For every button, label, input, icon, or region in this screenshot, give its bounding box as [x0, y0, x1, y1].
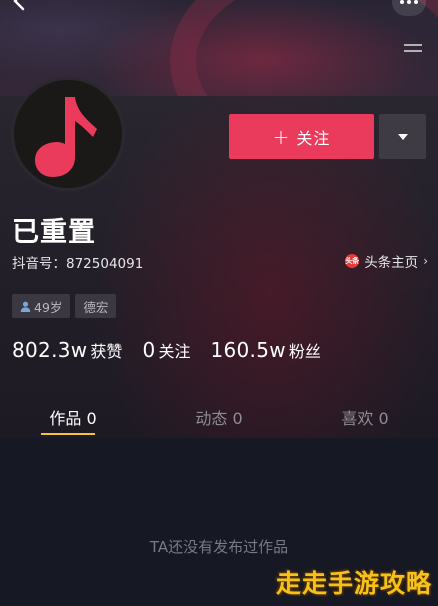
profile-stats: 802.3w 获赞 0 关注 160.5w 粉丝 — [12, 338, 321, 362]
following-label: 关注 — [158, 342, 191, 361]
follow-label: 关注 — [296, 128, 331, 148]
chevron-right-icon: › — [423, 254, 428, 268]
likes-count: 802.3w — [12, 338, 88, 362]
menu-lines-icon — [404, 44, 422, 52]
tab-works[interactable]: 作品 0 — [0, 392, 146, 438]
menu-button[interactable] — [400, 38, 426, 54]
back-arrow-icon — [13, 0, 25, 11]
followers-label: 粉丝 — [288, 342, 321, 361]
follow-button[interactable]: + 关注 — [229, 114, 374, 159]
toutiao-link-label: 头条主页 — [364, 255, 419, 271]
back-button[interactable] — [0, 0, 42, 16]
avatar-image — [14, 80, 122, 188]
followers-stat[interactable]: 160.5w 粉丝 — [210, 338, 320, 362]
tab-likes[interactable]: 喜欢 0 — [292, 392, 438, 438]
toutiao-icon: 头条 — [345, 254, 360, 268]
toutiao-homepage-link[interactable]: 头条 头条主页 › — [345, 251, 428, 271]
music-note-icon — [35, 97, 97, 177]
recommend-dropdown-button[interactable] — [379, 114, 426, 159]
tab-posts[interactable]: 动态 0 — [146, 392, 292, 438]
location-tag: 德宏 — [75, 294, 117, 318]
content-tabs: 作品 0 动态 0 喜欢 0 — [0, 392, 438, 438]
following-stat[interactable]: 0 关注 — [142, 338, 190, 362]
avatar[interactable] — [11, 77, 125, 191]
caret-down-icon — [397, 133, 408, 140]
location-label: 德宏 — [83, 299, 109, 315]
watermark: 走走手游攻略 — [275, 569, 432, 598]
douyin-id: 抖音号：872504091 — [12, 256, 144, 272]
profile-tags: 49岁 德宏 — [12, 294, 117, 318]
followers-count: 160.5w — [210, 338, 286, 362]
profile-page: + 关注 已重置 抖音号：872504091 头条 头条主页 › 49岁 德宏 … — [0, 0, 438, 606]
more-dots-icon — [400, 0, 418, 4]
plus-icon: + — [272, 124, 291, 149]
likes-stat: 802.3w 获赞 — [12, 338, 122, 362]
username: 已重置 — [12, 217, 96, 248]
following-count: 0 — [142, 338, 156, 362]
person-icon — [20, 301, 31, 312]
age-label: 49岁 — [34, 299, 63, 315]
likes-label: 获赞 — [90, 342, 123, 361]
empty-state-message: TA还没有发布过作品 — [149, 538, 289, 556]
age-tag: 49岁 — [12, 294, 71, 318]
